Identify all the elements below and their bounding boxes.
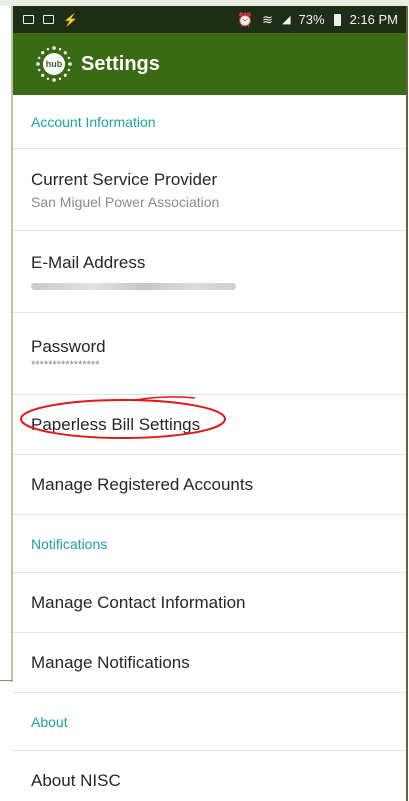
frame-tick — [0, 680, 12, 681]
hub-logo-icon: hub — [35, 45, 73, 83]
current-service-provider-item[interactable]: Current Service Provider San Miguel Powe… — [13, 149, 406, 231]
item-subtitle: San Miguel Power Association — [31, 193, 220, 210]
battery-percent: 73% — [298, 12, 325, 27]
battery-icon — [333, 13, 341, 26]
section-header-account: Account Information — [13, 95, 406, 149]
lightning-icon: ⚡ — [63, 12, 78, 27]
page-title: Settings — [81, 52, 160, 75]
logo-text: hub — [43, 53, 65, 75]
phone-screen: ⚡ ⏰ ≋ ◢ 73% 2:16 PM hub Settings Account… — [13, 6, 406, 801]
section-header-about: About — [13, 693, 406, 751]
item-title: Manage Notifications — [31, 652, 190, 672]
password-mask: **************** — [31, 358, 100, 371]
status-bar-right: ⏰ ≋ ◢ 73% 2:16 PM — [237, 12, 398, 28]
status-bar: ⚡ ⏰ ≋ ◢ 73% 2:16 PM — [13, 6, 406, 33]
app-bar: hub Settings — [13, 33, 406, 95]
notification-icon — [23, 15, 34, 24]
item-title: Manage Registered Accounts — [31, 474, 254, 494]
paperless-bill-settings-item[interactable]: Paperless Bill Settings — [13, 395, 406, 455]
manage-notifications-item[interactable]: Manage Notifications — [13, 633, 406, 693]
item-title: Current Service Provider — [31, 169, 218, 189]
status-bar-left: ⚡ — [23, 13, 78, 27]
clock: 2:16 PM — [349, 12, 398, 27]
frame-right-border — [406, 6, 408, 801]
password-item[interactable]: Password **************** — [13, 313, 406, 395]
manage-contact-information-item[interactable]: Manage Contact Information — [13, 573, 406, 633]
signal-icon: ◢ — [282, 14, 291, 26]
wifi-icon: ≋ — [262, 11, 274, 27]
manage-registered-accounts-item[interactable]: Manage Registered Accounts — [13, 455, 406, 515]
blurred-email-value — [31, 283, 236, 290]
section-header-notifications: Notifications — [13, 515, 406, 573]
alarm-icon: ⏰ — [236, 11, 254, 27]
item-title: Paperless Bill Settings — [31, 414, 201, 434]
item-title: Manage Contact Information — [31, 592, 246, 612]
image-icon — [43, 15, 54, 24]
item-title: Password — [31, 336, 106, 356]
item-title: E-Mail Address — [31, 253, 146, 272]
email-address-item[interactable]: E-Mail Address — [13, 231, 406, 313]
item-title: About NISC — [31, 771, 121, 790]
about-nisc-item[interactable]: About NISC — [13, 751, 406, 801]
